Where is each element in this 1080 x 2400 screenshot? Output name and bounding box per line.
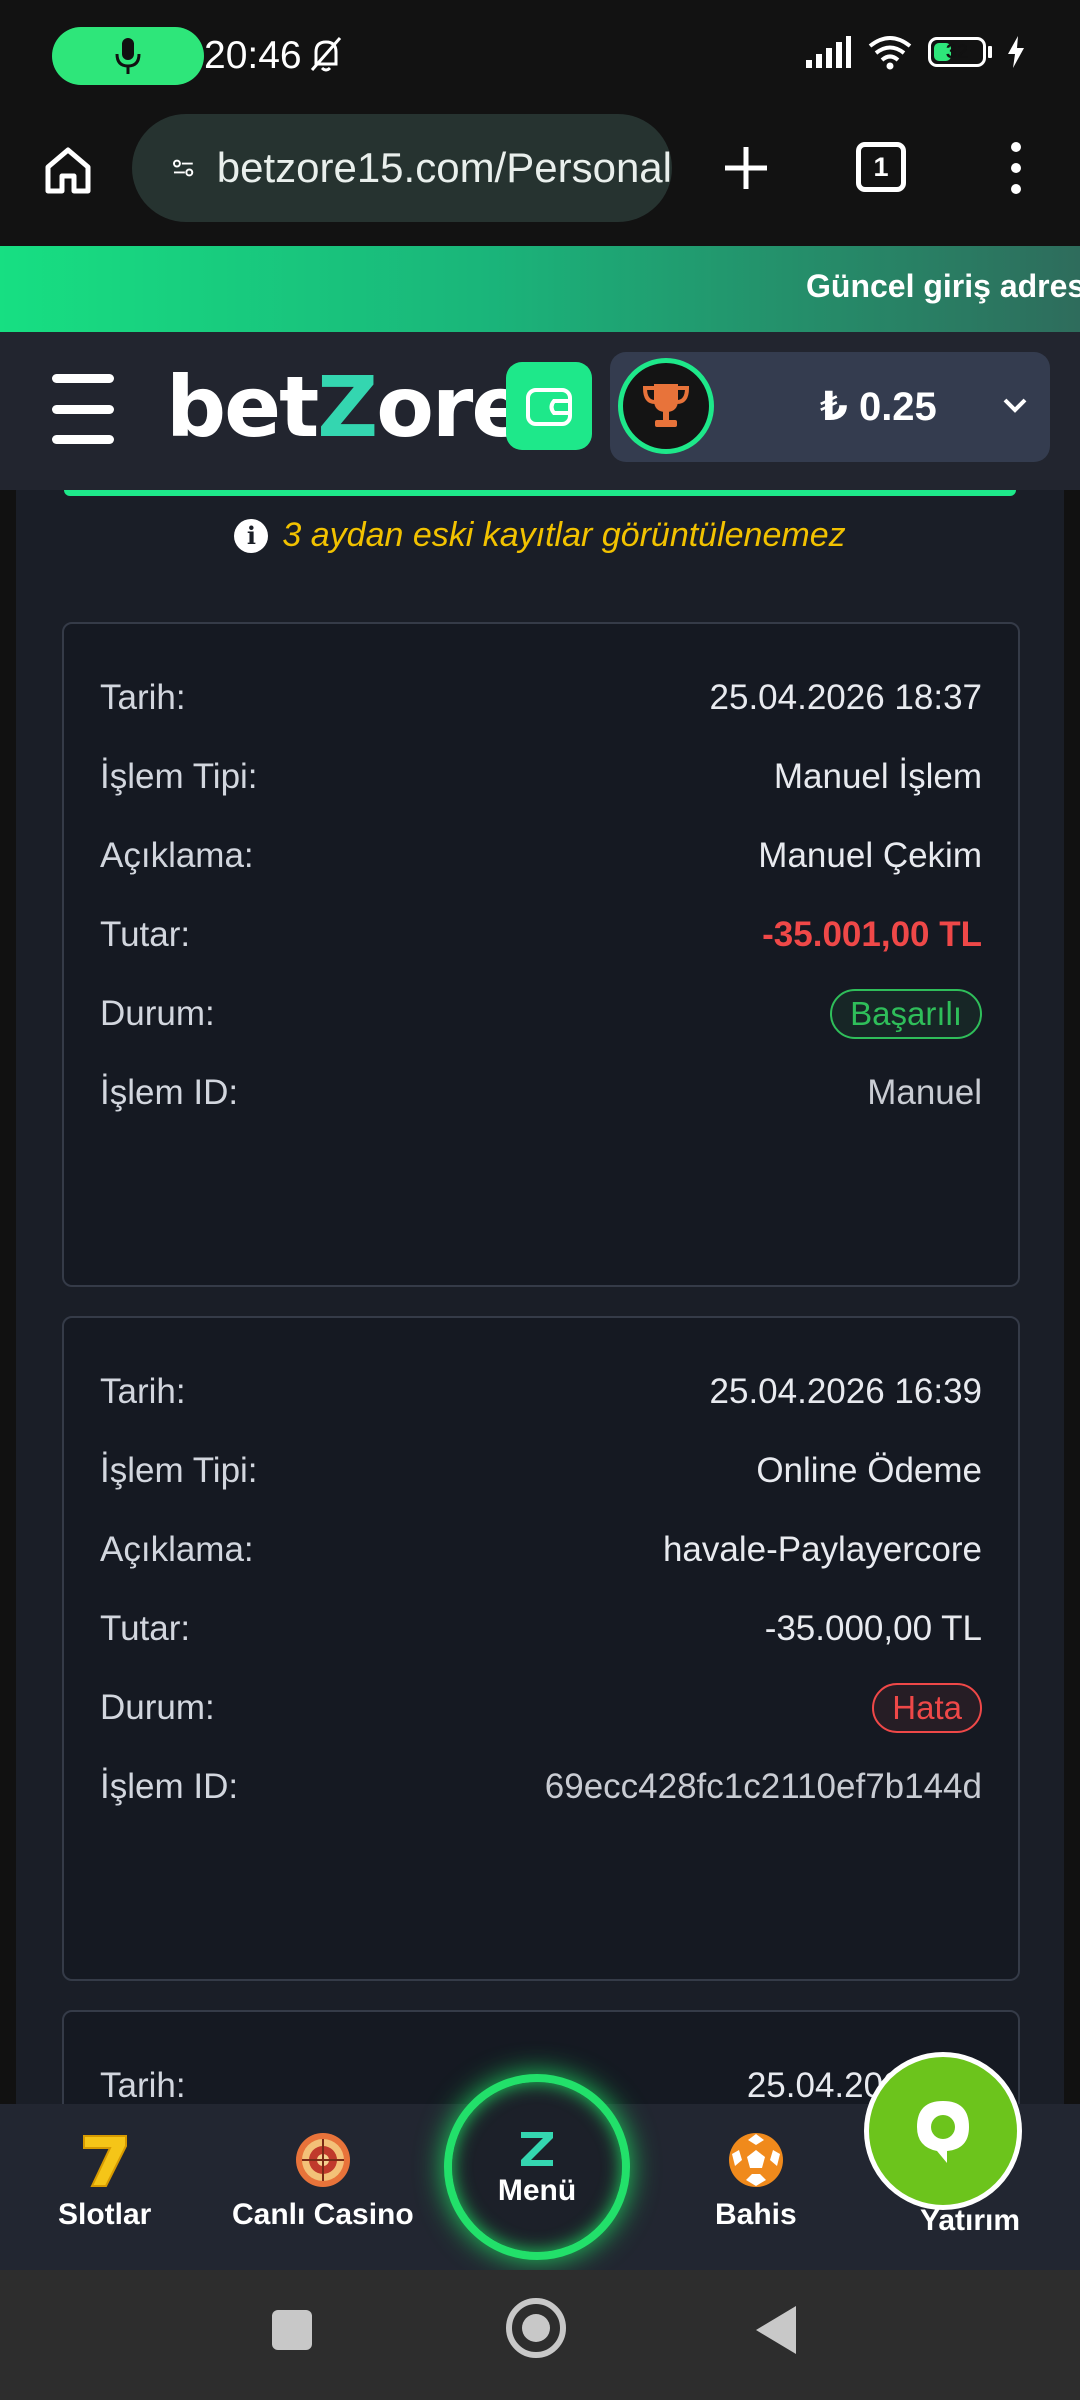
tx-value: 69ecc428fc1c2110ef7b144d: [544, 1766, 982, 1806]
signal-icon: [806, 36, 851, 68]
battery-level: 32: [945, 40, 969, 63]
nav-slots[interactable]: Slotlar: [58, 2130, 151, 2232]
tx-value: 25.04.2026 18:37: [709, 677, 982, 717]
tx-value: Manuel İşlem: [773, 756, 982, 796]
site-settings-icon[interactable]: [172, 148, 195, 188]
slot-seven-icon: [82, 2135, 127, 2187]
hamburger-menu-icon[interactable]: [52, 374, 114, 444]
tx-label: Durum:: [100, 993, 215, 1033]
site-logo[interactable]: betZore: [166, 358, 528, 456]
logo-text-bet: bet: [166, 358, 319, 456]
nav-label-slots: Slotlar: [58, 2198, 152, 2231]
mic-icon: [115, 38, 141, 74]
balance-amount: ₺ 0.25: [820, 385, 937, 429]
tx-label: İşlem ID:: [100, 1766, 239, 1806]
tx-label: Tarih:: [100, 677, 186, 717]
tab-switcher-button[interactable]: 1: [856, 142, 906, 192]
notice-text: 3 aydan eski kayıtlar görüntülenemez: [282, 516, 846, 554]
home-system-button[interactable]: [506, 2298, 566, 2358]
tx-label: İşlem Tipi:: [100, 756, 258, 796]
mic-indicator: [52, 27, 204, 85]
wallet-icon: [526, 388, 572, 426]
transaction-card: Tarih: 25.04.2026 18:37 İşlem Tipi: Manuel…: [62, 622, 1020, 1287]
url-bar[interactable]: betzore15.com/Personal: [132, 114, 672, 222]
tx-value: 25.04.2026 16:39: [709, 1371, 982, 1411]
trophy-icon[interactable]: [618, 358, 714, 454]
roulette-icon: [295, 2133, 350, 2187]
tx-label: Açıklama:: [100, 1529, 254, 1569]
recents-button[interactable]: [272, 2310, 312, 2350]
tx-value: havale-Paylayercore: [662, 1529, 982, 1569]
wallet-button[interactable]: [506, 362, 592, 450]
tx-value: Manuel Çekim: [758, 835, 982, 875]
tx-label: İşlem ID:: [100, 1072, 239, 1112]
status-badge: Hata: [872, 1682, 982, 1733]
status-badge: Başarılı: [830, 988, 982, 1039]
tab-underline: [64, 490, 1016, 496]
home-button[interactable]: [38, 140, 98, 200]
back-button[interactable]: [756, 2306, 796, 2354]
battery-icon: 32: [928, 37, 992, 67]
tx-label: İşlem Tipi:: [100, 1450, 258, 1490]
balance-dropdown[interactable]: ₺ 0.25: [610, 352, 1050, 462]
plus-icon: [725, 147, 767, 189]
soccer-ball-icon: [728, 2133, 783, 2187]
tx-amount: -35.001,00 TL: [762, 914, 982, 954]
tx-label: Durum:: [100, 1687, 215, 1727]
z-logo-icon: [521, 2132, 553, 2166]
tx-label: Açıklama:: [100, 835, 254, 875]
tx-value: Manuel: [867, 1072, 982, 1112]
status-icons: 32: [804, 34, 1026, 70]
charging-icon: [1008, 36, 1024, 68]
nav-live-casino[interactable]: Canlı Casino: [232, 2130, 414, 2232]
chevron-down-icon[interactable]: [1000, 390, 1030, 420]
tx-label: Tarih:: [100, 1371, 186, 1411]
transaction-card: Tarih: 25.04.2026 16:39 İşlem Tipi: Online…: [62, 1316, 1020, 1981]
history-notice: i 3 aydan eski kayıtlar görüntülenemez: [16, 516, 1064, 555]
home-icon: [45, 147, 91, 194]
browser-toolbar: betzore15.com/Personal 1: [0, 112, 1080, 246]
kebab-menu-icon[interactable]: [996, 136, 1036, 200]
tx-row-id: İşlem ID: Manuel: [100, 1043, 982, 1142]
nav-betting[interactable]: Bahis: [715, 2130, 797, 2232]
transaction-history-panel: i 3 aydan eski kayıtlar görüntülenemez T…: [16, 490, 1064, 2150]
nav-label-live-casino: Canlı Casino: [232, 2198, 414, 2231]
info-icon: i: [234, 518, 269, 553]
tx-row-id: İşlem ID: 69ecc428fc1c2110ef7b144d: [100, 1737, 982, 1836]
announcement-marquee: Güncel giriş adresi: [0, 246, 1080, 332]
live-chat-button[interactable]: [864, 2052, 1022, 2210]
system-nav-bar: [0, 2270, 1080, 2400]
chat-bubble-icon: [917, 2101, 969, 2163]
nav-menu-button[interactable]: Menü: [444, 2074, 630, 2260]
marquee-text: Güncel giriş adresi: [806, 268, 1080, 304]
nav-label-menu: Menü: [497, 2174, 577, 2207]
tx-label: Tutar:: [100, 914, 191, 954]
new-tab-button[interactable]: [716, 136, 776, 200]
tx-amount: -35.000,00 TL: [764, 1608, 982, 1648]
nav-label-betting: Bahis: [715, 2198, 797, 2231]
wifi-icon: [868, 36, 912, 70]
bell-off-icon: [310, 37, 342, 72]
status-bar: 20:46 32: [0, 0, 1080, 112]
status-time: 20:46: [204, 34, 302, 77]
logo-text-z: Z: [317, 358, 378, 456]
tx-label: Tarih:: [100, 2065, 186, 2105]
logo-text-ore: ore: [376, 358, 528, 456]
url-text[interactable]: betzore15.com/Personal: [217, 144, 672, 192]
tx-value: Online Ödeme: [756, 1450, 982, 1490]
tx-label: Tutar:: [100, 1608, 191, 1648]
site-header: betZore ₺ 0.25: [0, 332, 1080, 490]
